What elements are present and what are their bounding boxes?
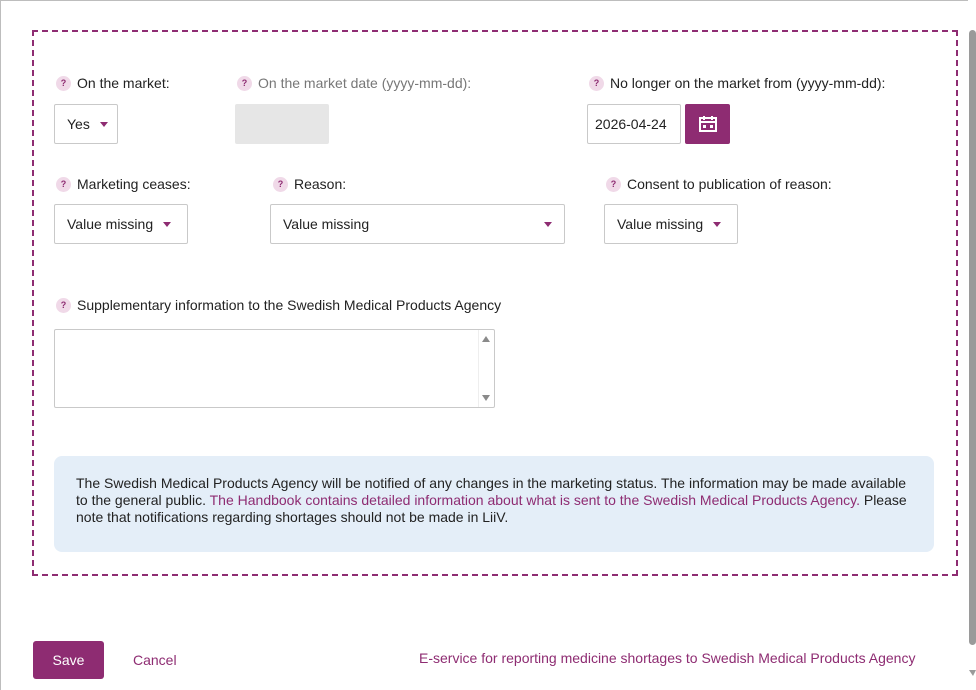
help-icon[interactable]: ? xyxy=(237,75,252,91)
on-market-date-label-text: On the market date (yyyy-mm-dd): xyxy=(258,75,472,91)
eservice-link[interactable]: E-service for reporting medicine shortag… xyxy=(419,650,915,666)
consent-select[interactable]: Value missing xyxy=(604,204,738,244)
consent-label: ? Consent to publication of reason: xyxy=(606,176,832,192)
no-longer-on-market-label-text: No longer on the market from (yyyy-mm-dd… xyxy=(610,75,886,91)
marketing-ceases-select[interactable]: Value missing xyxy=(54,204,188,244)
help-icon[interactable]: ? xyxy=(56,297,71,313)
supplementary-label: ? Supplementary information to the Swedi… xyxy=(56,297,501,313)
handbook-link[interactable]: The Handbook contains detailed informati… xyxy=(210,492,860,508)
page-scrollbar[interactable] xyxy=(968,30,976,690)
chevron-down-icon xyxy=(99,121,108,127)
help-icon[interactable]: ? xyxy=(273,176,288,192)
scrollbar-thumb[interactable] xyxy=(969,30,976,645)
help-icon[interactable]: ? xyxy=(589,75,604,91)
scroll-up-icon[interactable] xyxy=(482,336,490,342)
scroll-down-icon[interactable] xyxy=(482,395,490,401)
cancel-button[interactable]: Cancel xyxy=(133,652,177,668)
on-market-select[interactable]: Yes xyxy=(54,104,118,144)
marketing-ceases-label: ? Marketing ceases: xyxy=(56,176,191,192)
calendar-icon xyxy=(698,116,717,132)
on-market-value: Yes xyxy=(67,116,90,132)
help-icon[interactable]: ? xyxy=(606,176,621,192)
no-longer-on-market-date-input[interactable]: 2026-04-24 xyxy=(587,104,681,144)
info-notice: The Swedish Medical Products Agency will… xyxy=(54,456,934,552)
reason-select[interactable]: Value missing xyxy=(270,204,565,244)
marketing-ceases-value: Value missing xyxy=(67,216,154,232)
no-longer-on-market-label: ? No longer on the market from (yyyy-mm-… xyxy=(589,75,885,91)
reason-value: Value missing xyxy=(283,216,370,232)
textarea-scrollbar[interactable] xyxy=(478,330,494,407)
reason-label-text: Reason: xyxy=(294,176,347,192)
date-value: 2026-04-24 xyxy=(595,116,667,132)
chevron-down-icon xyxy=(163,221,172,227)
chevron-down-icon xyxy=(713,221,722,227)
on-market-label-text: On the market: xyxy=(77,75,170,91)
on-market-date-input xyxy=(235,104,329,144)
save-button[interactable]: Save xyxy=(33,641,104,679)
marketing-ceases-label-text: Marketing ceases: xyxy=(77,176,191,192)
reason-label: ? Reason: xyxy=(273,176,346,192)
on-market-date-label: ? On the market date (yyyy-mm-dd): xyxy=(237,75,471,91)
supplementary-textarea[interactable] xyxy=(54,329,495,408)
scroll-down-icon[interactable] xyxy=(969,670,976,676)
help-icon[interactable]: ? xyxy=(56,176,71,192)
consent-value: Value missing xyxy=(617,216,704,232)
consent-label-text: Consent to publication of reason: xyxy=(627,176,832,192)
help-icon[interactable]: ? xyxy=(56,75,71,91)
supplementary-label-text: Supplementary information to the Swedish… xyxy=(77,297,502,313)
on-market-label: ? On the market: xyxy=(56,75,170,91)
calendar-button[interactable] xyxy=(685,104,730,144)
chevron-down-icon xyxy=(544,221,552,227)
